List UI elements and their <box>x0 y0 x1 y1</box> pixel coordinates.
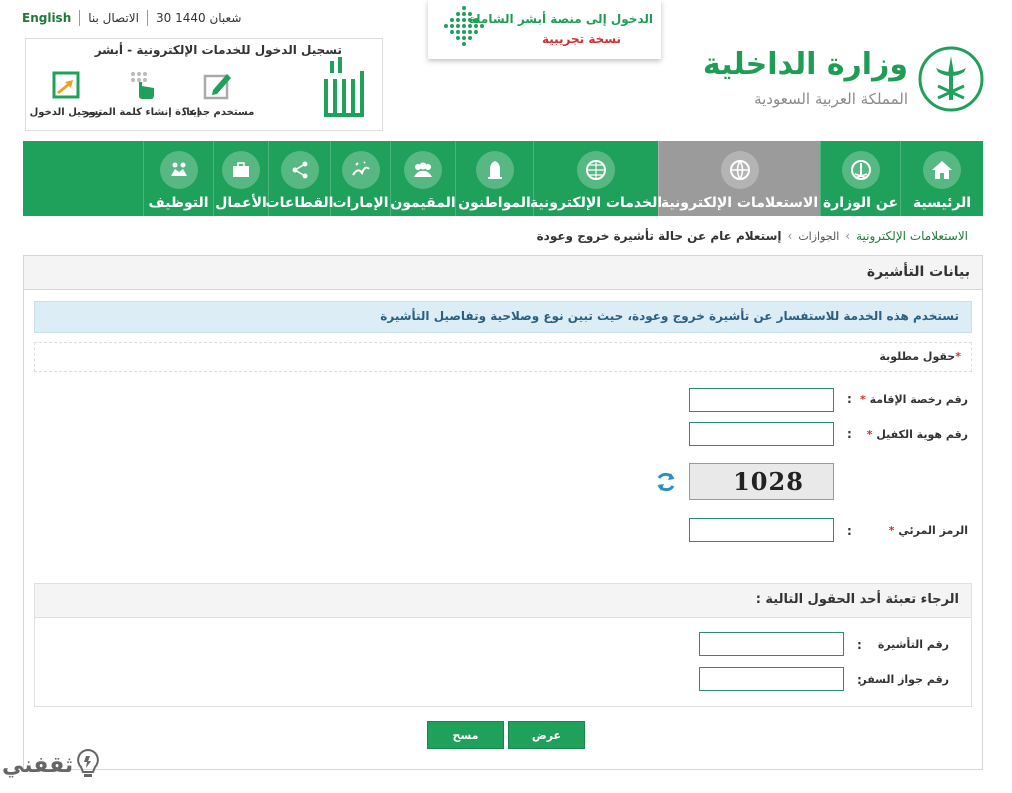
visa-inquiry-panel: بيانات التأشيرة تستخدم هذه الخدمة للاستف… <box>23 255 983 770</box>
nav-citizens[interactable]: المواطنون <box>455 141 533 216</box>
country-name: المملكة العربية السعودية <box>754 90 908 108</box>
nav-emirates[interactable]: الإمارات <box>330 141 390 216</box>
divider <box>79 10 81 26</box>
handshake-icon <box>159 151 198 189</box>
passport-number-input[interactable] <box>699 667 844 691</box>
passport-colon: : <box>857 673 862 687</box>
sponsor-colon: : <box>847 427 852 441</box>
iqama-label: رقم رخصة الإقامة * <box>860 393 968 406</box>
visa-number-input[interactable] <box>699 632 844 656</box>
nav-home[interactable]: الرئيسية <box>900 141 983 216</box>
visa-colon: : <box>857 638 862 652</box>
emblem-icon <box>841 151 880 189</box>
lightbulb-icon <box>77 748 100 777</box>
breadcrumb-passports[interactable]: الجوازات <box>798 230 839 243</box>
absher-login-box: تسجيل الدخول للخدمات الإلكترونية - أبشر … <box>25 38 383 131</box>
captcha-image: 1028 <box>689 463 834 500</box>
briefcase-icon <box>222 151 260 189</box>
passport-number-label: رقم جواز السفر <box>860 673 949 686</box>
absher-actions: تسجيل الدخول إعادة إنشاء كلمة المرور مست… <box>30 69 254 118</box>
captcha-text: 1028 <box>733 467 804 496</box>
breadcrumb: الاستعلامات الإلكترونية › الجوازات › إست… <box>537 229 968 243</box>
trial-subtitle: نسخة تجريبية <box>541 32 621 46</box>
sponsor-id-input[interactable] <box>689 422 834 446</box>
ministry-logo[interactable]: وزارة الداخلية المملكة العربية السعودية <box>703 46 984 112</box>
citizen-icon <box>475 151 514 189</box>
required-fields-note: *حقول مطلوبة <box>34 342 972 372</box>
nav-business[interactable]: الأعمال <box>213 141 268 216</box>
absher-logo-icon <box>324 57 364 117</box>
nav-e-inquiries[interactable]: الاستعلامات الإلكترونية <box>658 141 820 216</box>
residents-icon <box>404 151 442 189</box>
captcha-label: الرمز المرئي * <box>888 524 968 537</box>
sponsor-id-label: رقم هوية الكفيل * <box>866 428 968 441</box>
optional-fields-title: الرجاء تعبئة أحد الحقول التالية : <box>35 584 971 618</box>
share-icon <box>280 151 319 189</box>
nav-sectors[interactable]: القطاعات <box>266 141 333 216</box>
nav-about-ministry[interactable]: عن الوزارة <box>820 141 900 216</box>
contact-us-link[interactable]: الاتصال بنا <box>88 11 139 25</box>
trial-title: الدخول إلى منصة أبشر الشاملة <box>468 12 653 26</box>
keypad-icon <box>126 69 158 101</box>
captcha-colon: : <box>847 524 852 538</box>
required-note-text: حقول مطلوبة <box>879 350 956 363</box>
optional-fields-panel: الرجاء تعبئة أحد الحقول التالية : رقم ال… <box>34 583 972 707</box>
ministry-name: وزارة الداخلية <box>702 47 908 82</box>
visa-number-label: رقم التأشيرة <box>877 638 949 651</box>
required-star: * <box>955 350 961 363</box>
nav-employment[interactable]: التوظيف <box>143 141 213 216</box>
home-icon <box>923 151 961 189</box>
absher-login-title: تسجيل الدخول للخدمات الإلكترونية - أبشر <box>94 43 342 57</box>
breadcrumb-separator: › <box>787 229 793 243</box>
panel-title: بيانات التأشيرة <box>24 256 982 290</box>
saudi-emblem-icon <box>918 46 984 112</box>
refresh-captcha-icon[interactable] <box>654 470 678 494</box>
nav-residents[interactable]: المقيمون <box>390 141 456 216</box>
nav-e-services[interactable]: الخدمات الإلكترونية <box>530 141 662 216</box>
absher-trial-banner[interactable]: الدخول إلى منصة أبشر الشاملة نسخة تجريبي… <box>428 0 661 59</box>
iqama-colon: : <box>847 392 852 406</box>
divider <box>146 10 148 26</box>
watermark: ثقفني <box>2 748 101 782</box>
hijri-date: 30 شعبان 1440 <box>155 11 242 25</box>
edit-icon <box>202 69 234 101</box>
calligraphy-icon <box>341 151 380 189</box>
top-utility-bar: English الاتصال بنا 30 شعبان 1440 <box>22 10 241 26</box>
clear-button[interactable]: مسح <box>427 721 504 749</box>
language-switch-link[interactable]: English <box>22 11 71 25</box>
reset-password-button[interactable]: إعادة إنشاء كلمة المرور <box>84 69 200 118</box>
login-icon <box>50 69 82 101</box>
breadcrumb-separator: › <box>845 229 851 243</box>
iqama-number-input[interactable] <box>689 388 834 412</box>
new-user-button[interactable]: مستخدم جديد؟ <box>182 69 254 118</box>
globe-icon <box>577 151 615 189</box>
captcha-input[interactable] <box>689 518 834 542</box>
globe-search-icon <box>720 151 759 189</box>
new-user-label: مستخدم جديد؟ <box>181 107 255 118</box>
watermark-text: ثقفني <box>2 752 74 778</box>
show-button[interactable]: عرض <box>508 721 585 749</box>
main-navigation: الرئيسية عن الوزارة الاستعلامات الإلكترو… <box>23 141 983 216</box>
service-info-box: تستخدم هذه الخدمة للاستفسار عن تأشيرة خر… <box>34 301 972 333</box>
breadcrumb-current: إستعلام عام عن حالة تأشيرة خروج وعودة <box>536 229 782 243</box>
breadcrumb-e-inquiries[interactable]: الاستعلامات الإلكترونية <box>856 229 968 243</box>
